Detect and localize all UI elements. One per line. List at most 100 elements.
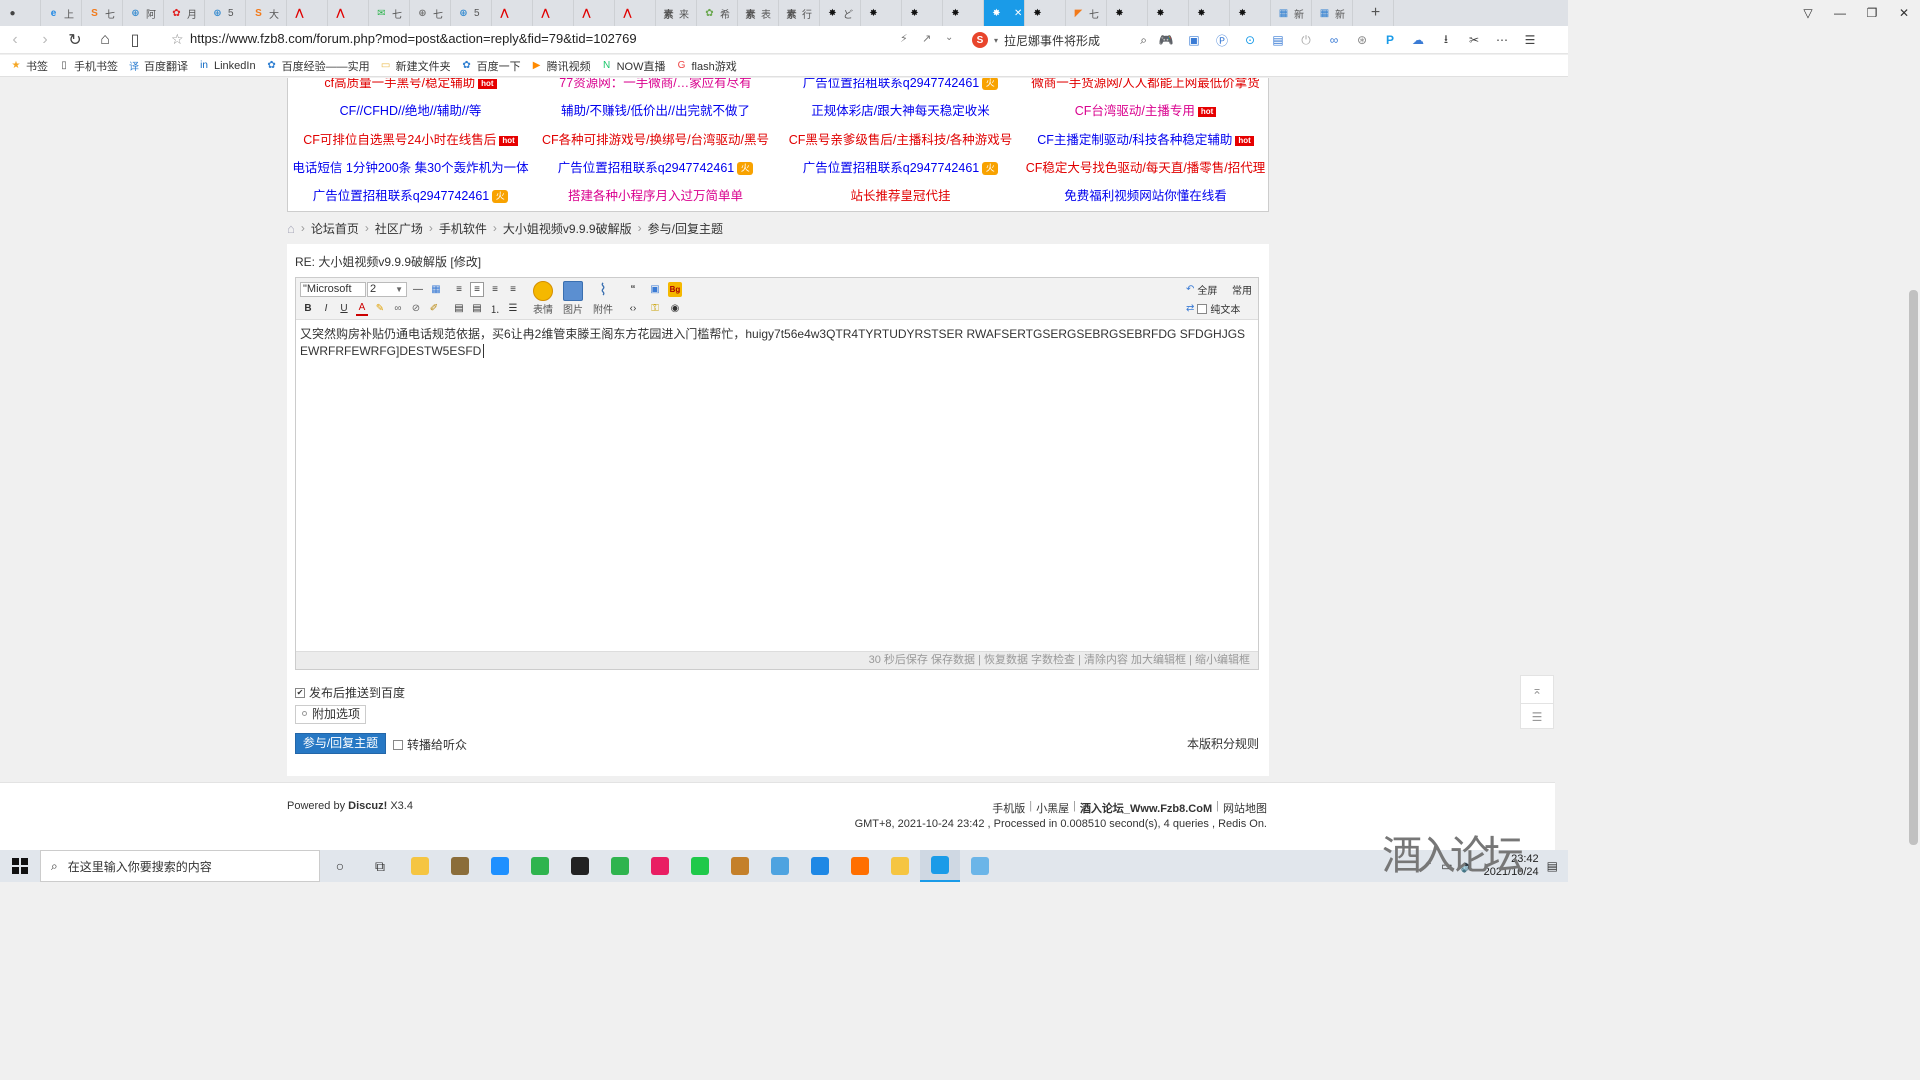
- align-left-icon[interactable]: ≡: [452, 282, 466, 297]
- ad-text[interactable]: cf高质量一手黑号/稳定辅助: [324, 78, 475, 90]
- push-baidu-checkbox[interactable]: ✔: [295, 687, 305, 698]
- taskbar-search[interactable]: ⌕ 在这里输入你要搜索的内容: [40, 850, 320, 882]
- chevron-down-icon[interactable]: ▼: [395, 283, 403, 296]
- tab-menu-icon[interactable]: ▽: [1792, 0, 1824, 26]
- browser-tab[interactable]: ✸: [1107, 0, 1148, 26]
- hr-icon[interactable]: —: [411, 282, 425, 297]
- ad-link[interactable]: CF主播定制驱动/科技各种稳定辅助 hot: [1023, 129, 1268, 148]
- unlink-icon[interactable]: ⊘: [410, 301, 422, 316]
- browser-tab[interactable]: 素来: [656, 0, 697, 26]
- ad-link[interactable]: CF//CFHD//绝地//辅助//等: [288, 100, 533, 119]
- submit-reply-button[interactable]: 参与/回复主题: [295, 733, 386, 754]
- chevron-down-icon[interactable]: ⌄: [945, 32, 953, 43]
- italic-button[interactable]: I: [320, 301, 332, 316]
- browser-tab[interactable]: ✸: [1025, 0, 1066, 26]
- ad-link[interactable]: 77资源网：一手微商/…家应有尽有: [533, 78, 778, 91]
- ad-text[interactable]: 辅助/不赚钱/低价出//出完就不做了: [561, 104, 750, 118]
- bookmark-item[interactable]: ▯ 手机书签: [58, 58, 118, 74]
- bookmark-item[interactable]: in LinkedIn: [198, 60, 256, 72]
- taskbar-app-icon[interactable]: [520, 850, 560, 882]
- editor-line[interactable]: 又突然购房补贴仍通电话规范依据，买6让冉2维管束滕王阁东方花园进入门槛帮忙，hu…: [300, 326, 1250, 343]
- ad-text[interactable]: 站长推荐皇冠代挂: [850, 189, 950, 203]
- font-size-value[interactable]: 2: [370, 283, 376, 295]
- browser-tab[interactable]: S大: [246, 0, 287, 26]
- ad-link[interactable]: CF黑号亲爹级售后/主播科技/各种游戏号: [778, 129, 1023, 148]
- browser-tab[interactable]: ✉ 七: [369, 0, 410, 26]
- url-text[interactable]: https://www.fzb8.com/forum.php?mod=post&…: [190, 31, 637, 46]
- code-icon[interactable]: ‹›: [626, 301, 640, 316]
- taskbar-app-icon[interactable]: [720, 850, 760, 882]
- common-button[interactable]: 常用: [1232, 282, 1252, 297]
- scrollbar[interactable]: [1907, 78, 1920, 850]
- bookmark-item[interactable]: ▶ 腾讯视频: [531, 58, 591, 74]
- ad-link[interactable]: 广告位置招租联系q2947742461 火: [533, 157, 778, 176]
- cloud-icon[interactable]: ☁: [1407, 29, 1429, 51]
- search-engine-icon[interactable]: S: [972, 32, 988, 48]
- ad-text[interactable]: 广告位置招租联系q2947742461: [803, 78, 979, 90]
- menu-icon[interactable]: ☰: [1519, 29, 1541, 51]
- browser-tab[interactable]: ✸: [1148, 0, 1189, 26]
- p-icon[interactable]: P: [1379, 29, 1401, 51]
- list-icon[interactable]: ☰: [1521, 703, 1553, 730]
- browser-tab[interactable]: ⊕ 5: [451, 0, 492, 26]
- underline-button[interactable]: U: [338, 301, 350, 316]
- ad-link[interactable]: cf高质量一手黑号/稳定辅助 hot: [288, 78, 533, 91]
- browser-tab[interactable]: ✸: [943, 0, 984, 26]
- editor-content[interactable]: 又突然购房补贴仍通电话规范依据，买6让冉2维管束滕王阁东方花园进入门槛帮忙，hu…: [300, 326, 1250, 360]
- browser-tab[interactable]: ✸ ど: [820, 0, 861, 26]
- ordered-list-icon[interactable]: ⒈: [488, 301, 502, 316]
- power-icon[interactable]: ⏻: [1295, 29, 1317, 51]
- key-icon[interactable]: ⚿: [648, 301, 662, 316]
- browser-tab[interactable]: ✸: [1230, 0, 1271, 26]
- chevron-down-icon[interactable]: ▾: [994, 36, 998, 45]
- browser-tab[interactable]: 素行: [779, 0, 820, 26]
- target-icon[interactable]: ⊛: [1351, 29, 1373, 51]
- ad-text[interactable]: 广告位置招租联系q2947742461: [803, 161, 979, 175]
- ad-link[interactable]: 广告位置招租联系q2947742461 火: [288, 185, 533, 204]
- ad-link[interactable]: CF稳定大号找色驱动/每天直/播零售/招代理: [1023, 157, 1268, 176]
- bookmark-item[interactable]: ✿ 百度一下: [461, 58, 520, 74]
- extra-options-button[interactable]: 附加选项: [295, 705, 366, 724]
- ad-link[interactable]: 搭建各种小程序月入过万简单单: [533, 185, 778, 204]
- taskbar-app-icon[interactable]: [400, 850, 440, 882]
- bookmark-item[interactable]: ★ 书签: [10, 58, 48, 74]
- more-icon[interactable]: ⋯: [1491, 29, 1513, 51]
- share-checkbox[interactable]: [393, 739, 403, 750]
- taskbar-app-icon[interactable]: [680, 850, 720, 882]
- browser-tab[interactable]: ⋀: [328, 0, 369, 26]
- search-box[interactable]: S ▾ 拉尼娜事件将形成 ⌕: [972, 30, 1147, 50]
- ad-text[interactable]: 免费福利视频网站你懂在线看: [1064, 189, 1227, 203]
- share-option[interactable]: 转播给听众: [393, 736, 467, 753]
- ad-link[interactable]: 广告位置招租联系q2947742461 火: [778, 157, 1023, 176]
- browser-tab[interactable]: ⋀: [574, 0, 615, 26]
- ad-link[interactable]: CF台湾驱动/主播专用 hot: [1023, 100, 1268, 119]
- font-color-button[interactable]: A: [356, 301, 368, 316]
- ad-text[interactable]: CF台湾驱动/主播专用: [1075, 104, 1195, 118]
- ad-text[interactable]: CF各种可排游戏号/换绑号/台湾驱动/黑号: [542, 133, 769, 147]
- taskbar-app-icon[interactable]: [600, 850, 640, 882]
- browser-tab[interactable]: ⋀: [287, 0, 328, 26]
- reload-button[interactable]: ↻: [60, 26, 90, 54]
- ad-text[interactable]: 微商一手货源网/人人都能上网最低价拿货: [1031, 78, 1259, 90]
- taskbar-app-icon[interactable]: [760, 850, 800, 882]
- fullscreen-button[interactable]: ↶ 全屏: [1186, 282, 1217, 297]
- emoji-button[interactable]: 表情: [530, 281, 556, 319]
- ad-link[interactable]: 正规体彩店/跟大神每天稳定收米: [778, 100, 1023, 119]
- browser-tab[interactable]: ⋀: [615, 0, 656, 26]
- translate-icon[interactable]: Ⓟ: [1211, 29, 1233, 51]
- ad-text[interactable]: CF主播定制驱动/科技各种稳定辅助: [1037, 133, 1232, 147]
- ad-link[interactable]: CF各种可排游戏号/换绑号/台湾驱动/黑号: [533, 129, 778, 148]
- ad-text[interactable]: CF//CFHD//绝地//辅助//等: [340, 104, 482, 118]
- image-button[interactable]: 图片: [560, 281, 586, 319]
- ad-link[interactable]: 广告位置招租联系q2947742461 火: [778, 78, 1023, 91]
- ad-text[interactable]: CF可排位自选黑号24小时在线售后: [303, 133, 496, 147]
- attach-button[interactable]: ⌇ 附件: [590, 281, 616, 319]
- taskbar-app-icon[interactable]: [880, 850, 920, 882]
- image-icon[interactable]: ▤: [1267, 29, 1289, 51]
- ad-text[interactable]: 77资源网：一手微商/…家应有尽有: [559, 78, 751, 90]
- float-right-icon[interactable]: ▤: [470, 301, 484, 316]
- plaintext-toggle[interactable]: ⇄ 纯文本: [1186, 301, 1240, 316]
- footer-link[interactable]: 酒入论坛_Www.Fzb8.CoM: [1080, 800, 1212, 816]
- task-view-icon[interactable]: ⧉: [360, 850, 400, 882]
- align-center-icon[interactable]: ≡: [470, 282, 484, 297]
